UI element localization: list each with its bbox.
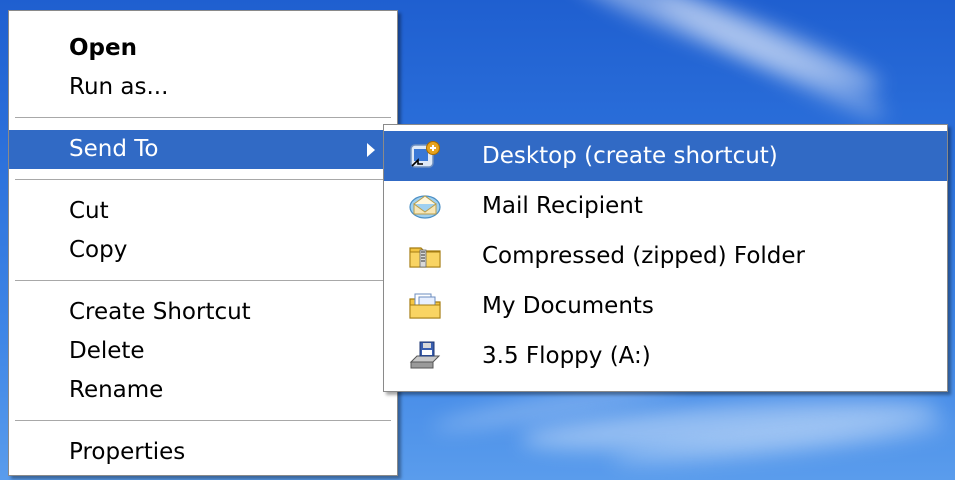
context-menu: Open Run as... Send To Cut Copy Create S… xyxy=(8,10,398,476)
menu-item-open[interactable]: Open xyxy=(9,29,397,68)
menu-separator xyxy=(15,117,391,118)
floppy-drive-icon xyxy=(408,340,442,372)
submenu-item-my-documents[interactable]: My Documents xyxy=(384,281,947,331)
my-documents-icon xyxy=(408,290,442,322)
menu-item-label: Send To xyxy=(69,136,159,162)
desktop-shortcut-icon xyxy=(408,140,442,172)
submenu-arrow-icon xyxy=(367,143,375,157)
menu-item-rename[interactable]: Rename xyxy=(9,371,397,410)
submenu-item-compressed-folder[interactable]: Compressed (zipped) Folder xyxy=(384,231,947,281)
submenu-item-label: Mail Recipient xyxy=(482,193,643,219)
submenu-item-label: 3.5 Floppy (A:) xyxy=(482,343,651,369)
send-to-submenu: Desktop (create shortcut) Mail Recipient… xyxy=(383,124,948,392)
mail-recipient-icon xyxy=(408,190,442,222)
menu-item-delete[interactable]: Delete xyxy=(9,332,397,371)
zip-folder-icon xyxy=(408,240,442,272)
submenu-item-label: Desktop (create shortcut) xyxy=(482,143,778,169)
submenu-item-floppy-drive[interactable]: 3.5 Floppy (A:) xyxy=(384,331,947,381)
menu-item-create-shortcut[interactable]: Create Shortcut xyxy=(9,293,397,332)
menu-separator xyxy=(15,280,391,281)
menu-item-copy[interactable]: Copy xyxy=(9,231,397,270)
submenu-item-mail-recipient[interactable]: Mail Recipient xyxy=(384,181,947,231)
submenu-item-label: My Documents xyxy=(482,293,654,319)
menu-item-properties[interactable]: Properties xyxy=(9,433,397,472)
menu-separator xyxy=(15,420,391,421)
menu-item-run-as[interactable]: Run as... xyxy=(9,68,397,107)
menu-item-send-to[interactable]: Send To xyxy=(9,130,397,169)
menu-separator xyxy=(15,179,391,180)
menu-item-cut[interactable]: Cut xyxy=(9,192,397,231)
submenu-item-label: Compressed (zipped) Folder xyxy=(482,243,806,269)
submenu-item-desktop-shortcut[interactable]: Desktop (create shortcut) xyxy=(384,131,947,181)
